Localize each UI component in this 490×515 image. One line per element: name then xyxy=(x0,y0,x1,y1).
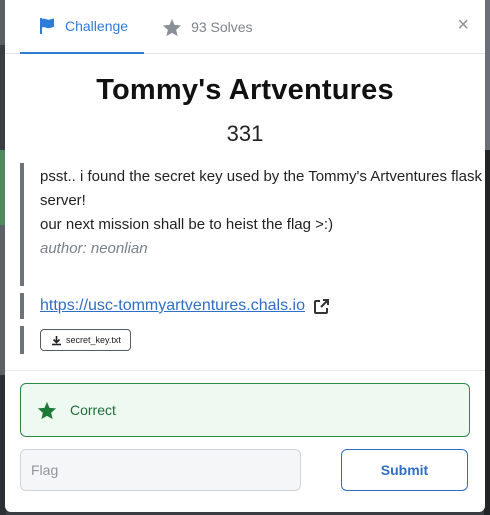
submit-button[interactable]: Submit xyxy=(341,449,468,491)
submit-form: Submit xyxy=(20,449,470,491)
challenge-author: author: neonlian xyxy=(40,240,148,257)
status-message: Correct xyxy=(70,402,116,418)
challenge-title: Tommy's Artventures xyxy=(96,74,394,106)
challenge-files: secret_key.txt xyxy=(20,326,485,354)
download-icon xyxy=(51,335,62,346)
close-button[interactable]: × xyxy=(457,15,469,35)
flag-icon xyxy=(38,17,56,35)
challenge-points: 331 xyxy=(226,121,264,146)
status-alert: Correct xyxy=(20,383,470,437)
challenge-link-row: https://usc-tommyartventures.chals.io xyxy=(20,293,485,319)
divider xyxy=(5,370,485,371)
star-icon xyxy=(162,18,182,37)
external-link-icon[interactable] xyxy=(313,298,330,315)
tab-solves-label: 93 Solves xyxy=(191,19,253,35)
modal-tabs: Challenge 93 Solves × xyxy=(5,0,485,54)
challenge-link[interactable]: https://usc-tommyartventures.chals.io xyxy=(40,297,305,315)
star-icon xyxy=(37,401,57,420)
flag-input[interactable] xyxy=(20,449,301,491)
tab-challenge-label: Challenge xyxy=(65,18,129,34)
tab-solves[interactable]: 93 Solves xyxy=(144,0,268,54)
challenge-modal: Challenge 93 Solves × Tommy's Artventure… xyxy=(5,0,485,512)
tab-challenge[interactable]: Challenge xyxy=(20,0,145,54)
file-download-button[interactable]: secret_key.txt xyxy=(40,329,131,351)
description-line: psst.. i found the secret key used by th… xyxy=(40,168,482,209)
description-line: our next mission shall be to heist the f… xyxy=(40,216,334,233)
challenge-description: psst.. i found the secret key used by th… xyxy=(20,163,485,286)
file-name: secret_key.txt xyxy=(66,335,121,345)
